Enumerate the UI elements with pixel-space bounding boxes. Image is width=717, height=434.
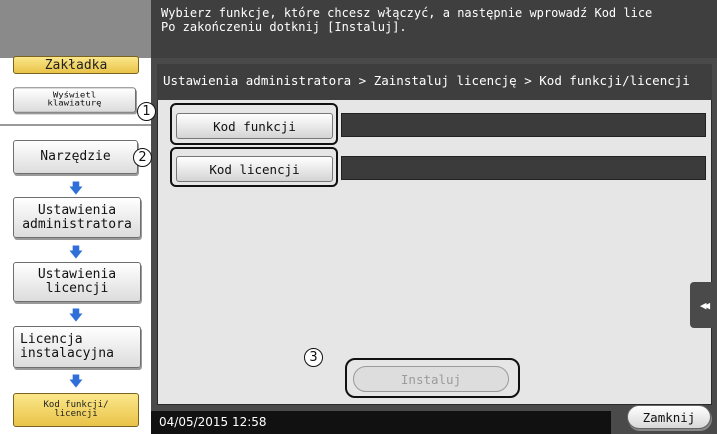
callout-number-1: 1 <box>137 102 156 121</box>
breadcrumb: Ustawienia administratora > Zainstaluj l… <box>157 64 712 100</box>
instruction-message: Wybierz funkcje, które chcesz włączyć, a… <box>161 6 653 34</box>
close-button[interactable]: Zamknij <box>627 405 711 429</box>
sidebar-item-utility[interactable]: Narzędzie <box>13 140 138 174</box>
status-datetime: 04/05/2015 12:58 <box>151 411 611 434</box>
sidebar-item-install-license[interactable]: Licencja instalacyjna <box>13 326 141 368</box>
callout-frame-1 <box>170 103 338 145</box>
sidebar-item-current-function-code[interactable]: Kod funkcji/ licencji <box>13 393 139 427</box>
sidebar-item-license-settings[interactable]: Ustawienia licencji <box>13 262 141 302</box>
sidebar-header <box>0 0 151 58</box>
view-keyboard-button[interactable]: Wyświetl klawiaturę <box>13 87 136 113</box>
callout-number-2: 2 <box>133 148 152 167</box>
function-code-field <box>341 113 706 137</box>
install-button[interactable]: Instaluj <box>353 366 509 392</box>
arrow-down-icon: 🡇 <box>68 374 84 390</box>
license-code-field <box>341 156 706 180</box>
sidebar-divider <box>0 124 151 126</box>
callout-number-3: 3 <box>304 348 323 367</box>
double-chevron-left-icon: ◀◀ <box>699 298 710 312</box>
panel-toggle-handle[interactable]: ◀◀ <box>690 282 717 328</box>
sidebar-item-admin-settings[interactable]: Ustawienia administratora <box>13 197 141 238</box>
bookmark-tab[interactable]: Zakładka <box>13 56 139 74</box>
callout-frame-2 <box>170 147 338 187</box>
